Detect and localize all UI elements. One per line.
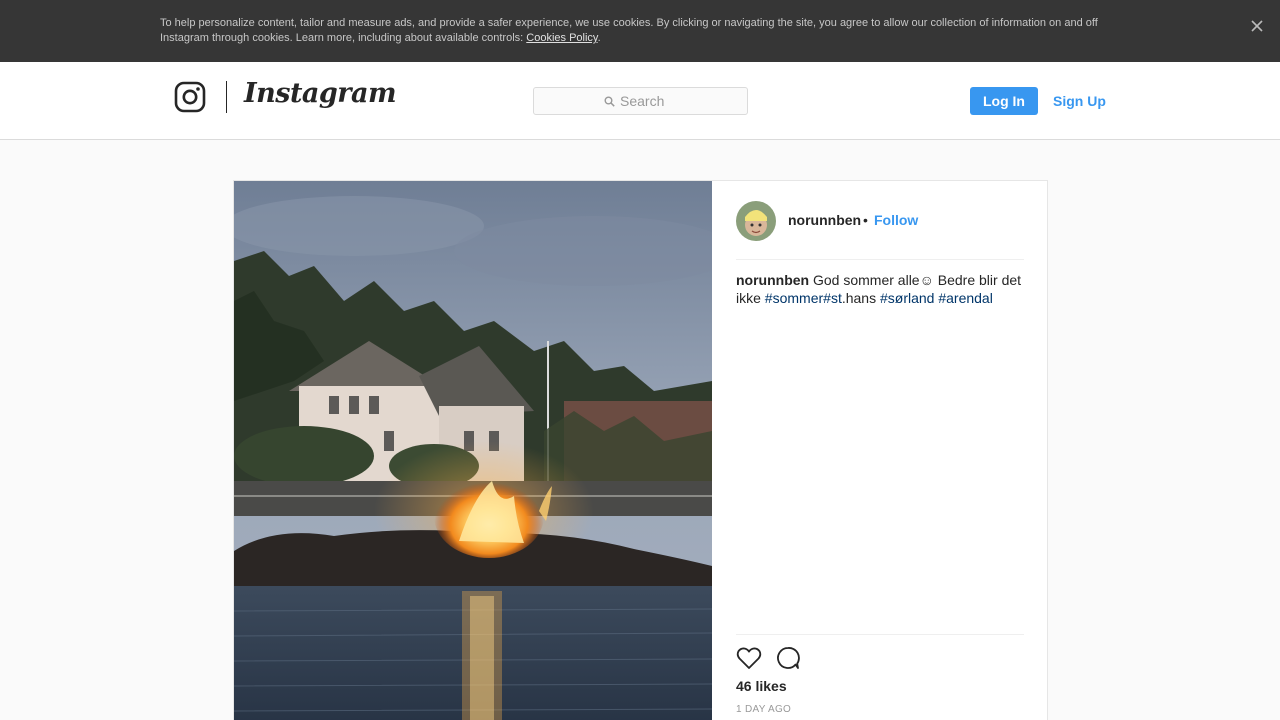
post-sidebar: norunnben • Follow norunnben God sommer … <box>712 181 1048 720</box>
post-card: norunnben • Follow norunnben God sommer … <box>233 180 1048 720</box>
hashtag-st[interactable]: #st <box>823 290 842 306</box>
divider <box>736 259 1024 260</box>
hashtag-sommer[interactable]: #sommer <box>765 290 823 306</box>
post-photo[interactable] <box>234 181 712 720</box>
signup-link[interactable]: Sign Up <box>1053 93 1106 109</box>
heart-icon[interactable] <box>736 646 762 670</box>
login-button[interactable]: Log In <box>970 87 1038 115</box>
divider <box>736 634 1024 635</box>
caption-text-hans: .hans <box>841 290 880 306</box>
instagram-glyph-icon[interactable] <box>174 81 206 113</box>
separator-dot: • <box>863 212 868 228</box>
close-icon[interactable] <box>1248 17 1266 35</box>
cookies-policy-link[interactable]: Cookies Policy <box>526 32 597 44</box>
post-author[interactable]: norunnben <box>788 212 861 228</box>
instagram-wordmark[interactable]: Instagram <box>244 78 397 109</box>
post-timestamp[interactable]: 1 DAY AGO <box>736 704 791 715</box>
likes-count[interactable]: 46 likes <box>736 678 787 694</box>
hashtag-sorland[interactable]: #sørland <box>880 290 934 306</box>
hashtag-arendal[interactable]: #arendal <box>938 290 993 306</box>
cookie-suffix: . <box>597 32 601 44</box>
post-caption: norunnben God sommer alle☺ Bedre blir de… <box>736 271 1026 307</box>
caption-author[interactable]: norunnben <box>736 272 809 288</box>
top-nav: Instagram Log In Sign Up <box>0 62 1280 140</box>
search-input[interactable] <box>534 88 747 114</box>
logo-divider <box>226 81 227 113</box>
cookie-banner: To help personalize content, tailor and … <box>0 0 1280 62</box>
follow-button[interactable]: Follow <box>874 212 918 228</box>
avatar[interactable] <box>736 201 776 241</box>
comment-icon[interactable] <box>776 646 800 670</box>
bonfire-photo <box>234 181 712 720</box>
search-box[interactable] <box>533 87 748 115</box>
cookie-text: To help personalize content, tailor and … <box>160 16 1120 46</box>
cookie-message: To help personalize content, tailor and … <box>160 17 1098 44</box>
